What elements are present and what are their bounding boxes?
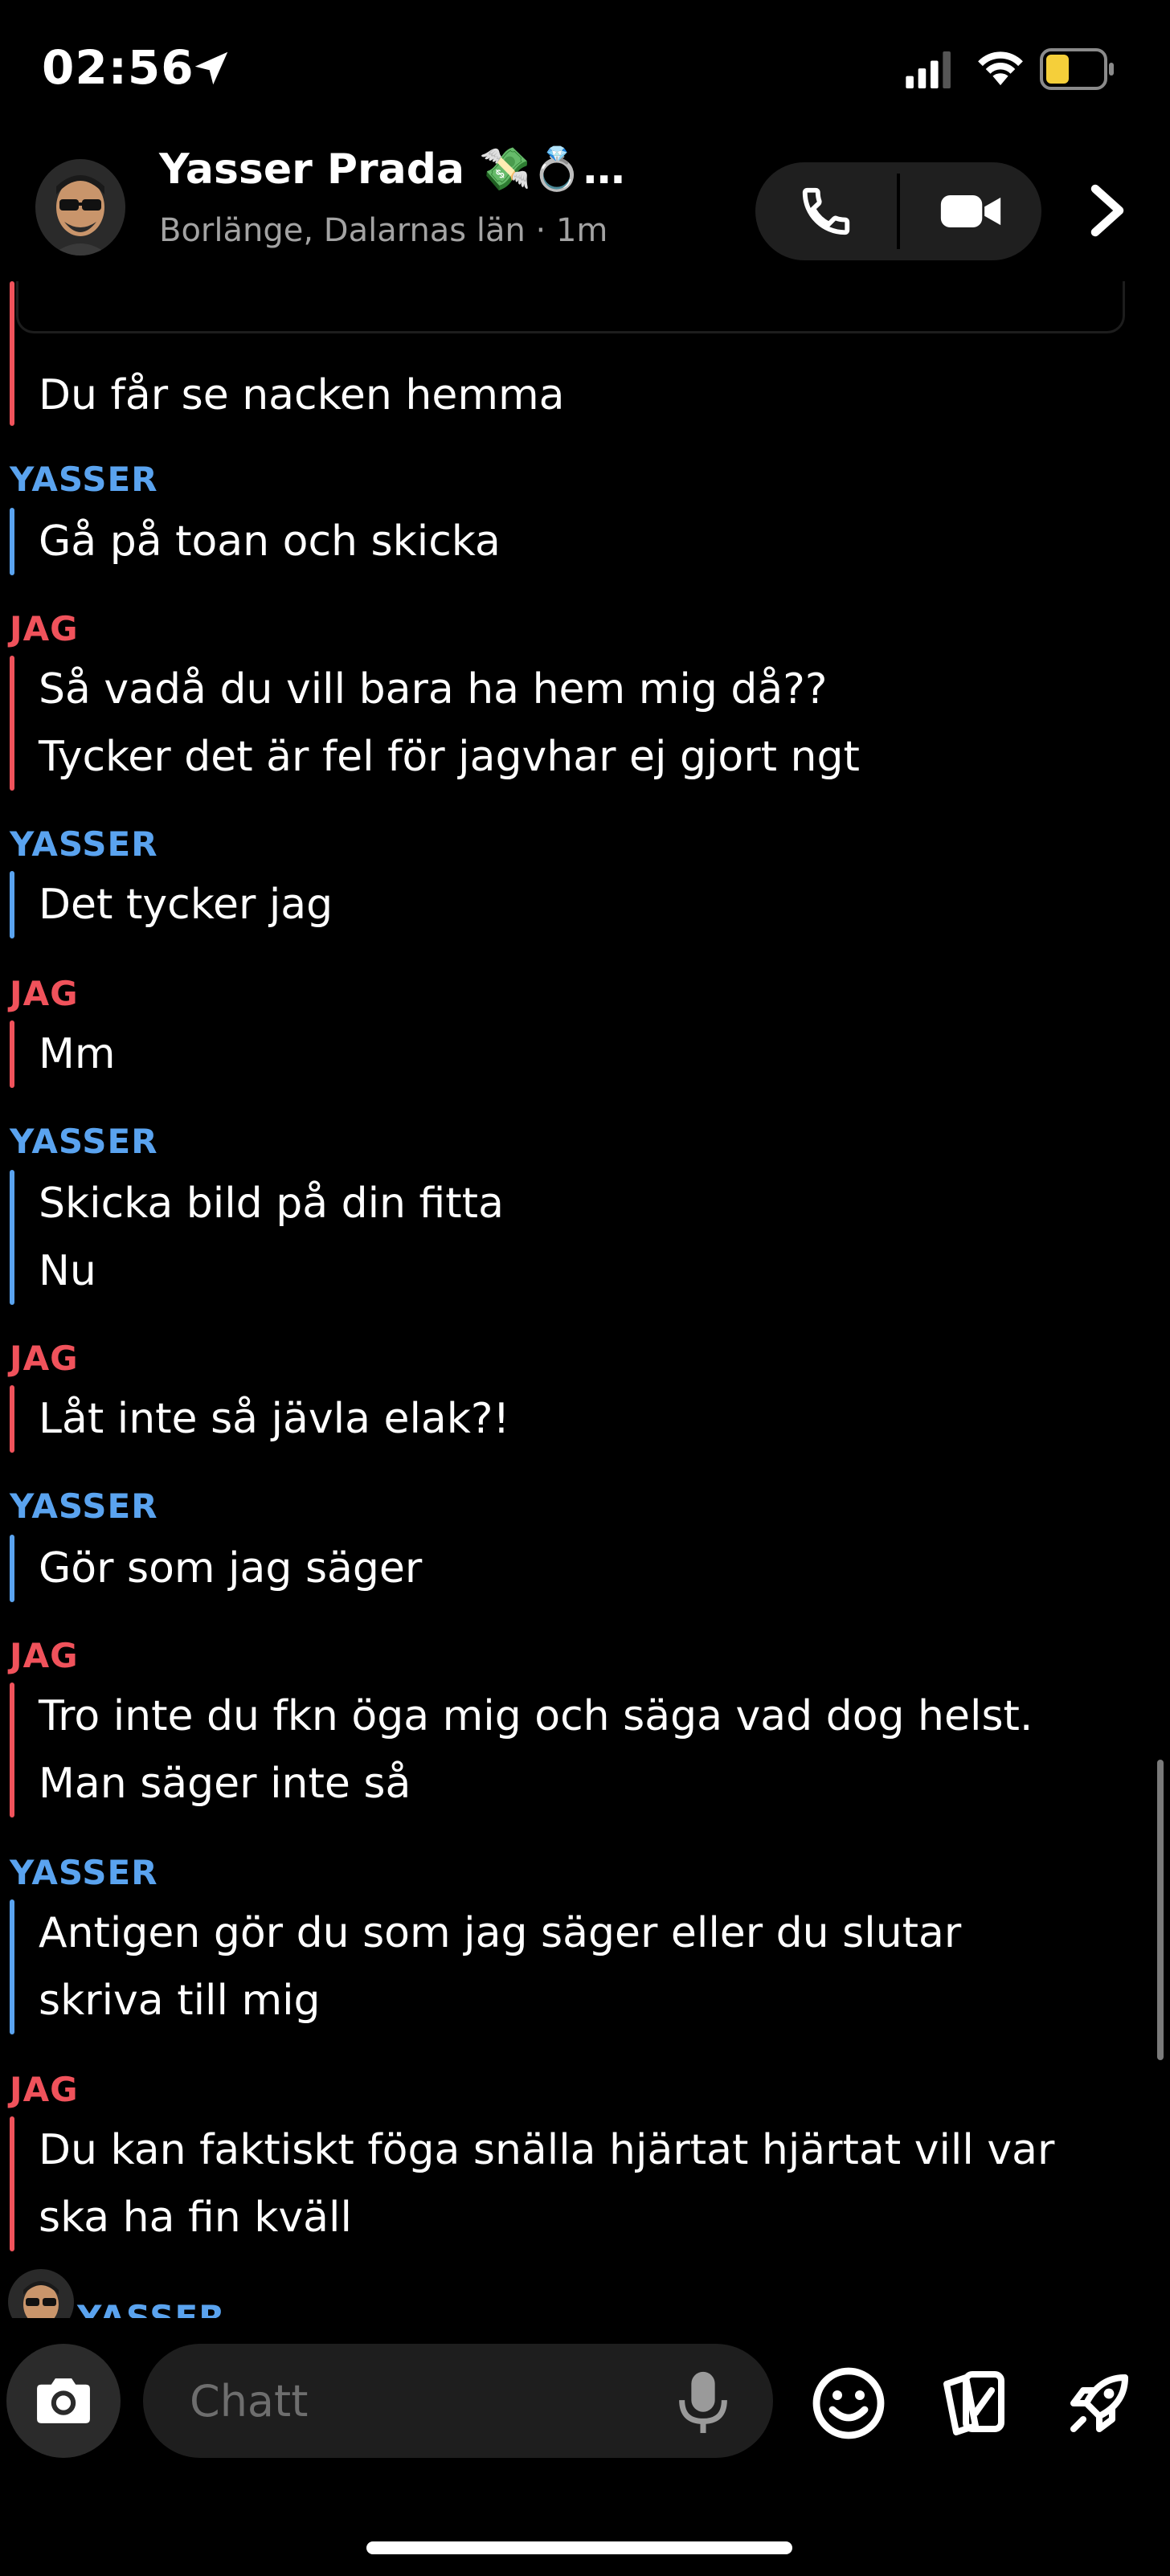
camera-button[interactable] xyxy=(6,2344,121,2458)
chat-placeholder: Chatt xyxy=(190,2376,309,2427)
message-line[interactable]: skriva till mig xyxy=(39,1967,321,2034)
chevron-right-icon[interactable] xyxy=(1083,182,1131,239)
status-bar: 02:56 xyxy=(0,0,1170,145)
message-line[interactable]: Tycker det är fel för jagvhar ej gjort n… xyxy=(39,723,860,791)
video-call-button[interactable] xyxy=(900,162,1041,260)
message-bar xyxy=(10,2116,14,2251)
voice-call-button[interactable] xyxy=(755,162,897,260)
sender-label: YASSER xyxy=(77,2298,226,2318)
avatar xyxy=(8,2269,74,2318)
sender-label: JAG xyxy=(10,974,79,1013)
scrollbar[interactable] xyxy=(1157,1760,1164,2060)
message-line[interactable]: Mm xyxy=(39,1020,116,1088)
message-line[interactable]: Du kan faktiskt föga snälla hjärtat hjär… xyxy=(39,2116,1054,2184)
avatar[interactable] xyxy=(35,159,125,256)
message-bar xyxy=(10,1899,14,2034)
message-line[interactable]: ska ha fin kväll xyxy=(39,2184,352,2251)
sender-label: JAG xyxy=(10,1636,79,1675)
camera-icon xyxy=(37,2378,90,2423)
signal-icon xyxy=(906,51,951,88)
previous-media-card[interactable] xyxy=(16,281,1125,333)
message-line[interactable]: Gör som jag säger xyxy=(39,1535,422,1602)
message-bar xyxy=(10,1385,14,1453)
message-line[interactable]: Antigen gör du som jag säger eller du sl… xyxy=(39,1899,961,1967)
contact-location: Borlänge, Dalarnas län · 1m xyxy=(159,212,608,249)
sender-label: JAG xyxy=(10,609,79,648)
video-icon xyxy=(940,195,1001,227)
microphone-icon[interactable] xyxy=(673,2370,733,2435)
battery-icon xyxy=(1040,48,1114,90)
chat-area[interactable]: Du får se nacken hemma YASSER Gå på toan… xyxy=(0,281,1170,2318)
cards-icon[interactable] xyxy=(934,2365,1011,2442)
home-indicator xyxy=(366,2541,792,2554)
chat-input-bar: Chatt xyxy=(0,2318,1170,2576)
message-line[interactable]: Det tycker jag xyxy=(39,871,333,938)
contact-name[interactable]: Yasser Prada 💸💍… xyxy=(159,145,625,194)
phone-icon xyxy=(802,187,850,235)
message-bar xyxy=(10,1020,14,1088)
sender-label: YASSER xyxy=(10,824,158,864)
sender-label: YASSER xyxy=(10,1122,158,1161)
message-line[interactable]: Skicka bild på din fitta xyxy=(39,1170,504,1237)
status-time: 02:56 xyxy=(42,40,194,95)
smiley-icon[interactable] xyxy=(810,2365,887,2442)
rocket-icon[interactable] xyxy=(1061,2365,1138,2442)
message-line[interactable]: Gå på toan och skicka xyxy=(39,508,501,575)
message-bar xyxy=(10,1170,14,1305)
message-line[interactable]: Låt inte så jävla elak?! xyxy=(39,1385,509,1453)
message-bar xyxy=(10,1683,14,1818)
sender-label: YASSER xyxy=(10,1853,158,1892)
location-arrow-icon xyxy=(194,51,228,85)
message-line[interactable]: Så vadå du vill bara ha hem mig då?? xyxy=(39,656,827,723)
message-bar xyxy=(10,281,14,426)
next-message-peek: YASSER xyxy=(0,2266,1170,2318)
call-button-group xyxy=(755,162,1041,260)
message-bar xyxy=(10,656,14,791)
chat-input[interactable]: Chatt xyxy=(143,2344,773,2458)
message-line[interactable]: Nu xyxy=(39,1237,96,1305)
message-bar xyxy=(10,871,14,938)
sender-label: YASSER xyxy=(10,1486,158,1526)
chat-header: Yasser Prada 💸💍… Borlänge, Dalarnas län … xyxy=(0,145,1170,281)
message-bar xyxy=(10,508,14,575)
message-line[interactable]: Du får se nacken hemma xyxy=(39,362,565,429)
wifi-icon xyxy=(978,51,1023,86)
message-bar xyxy=(10,1535,14,1602)
message-line[interactable]: Man säger inte så xyxy=(39,1750,411,1818)
message-line[interactable]: Tro inte du fkn öga mig och säga vad dog… xyxy=(39,1683,1033,1750)
sender-label: YASSER xyxy=(10,460,158,499)
sender-label: JAG xyxy=(10,1339,79,1378)
sender-label: JAG xyxy=(10,2070,79,2109)
